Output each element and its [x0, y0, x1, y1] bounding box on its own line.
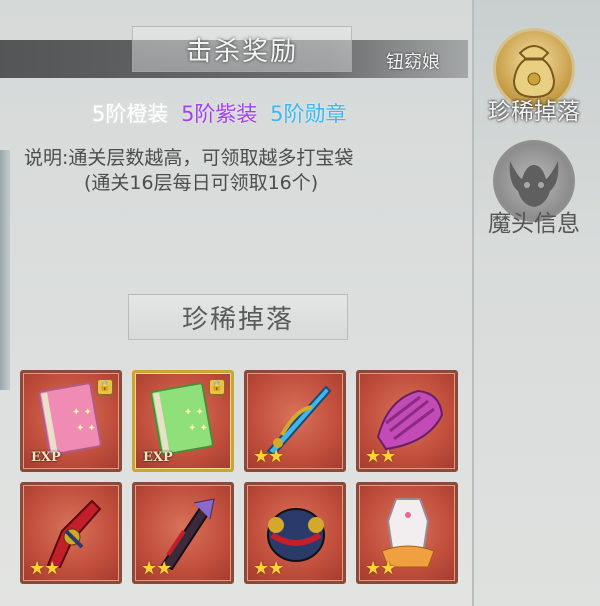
reward-tier-orange: 5阶橙装 — [92, 102, 169, 126]
tab-rare-drops-label: 珍稀掉落 — [488, 99, 580, 125]
reward-item-slot[interactable]: ★★ — [356, 370, 458, 472]
kill-reward-title-text: 击杀奖励 — [185, 36, 298, 67]
tab-rare-drops[interactable]: 珍稀掉落 — [482, 28, 586, 126]
kill-reward-title: 击杀奖励 — [122, 20, 362, 78]
rare-drops-grid: ✦ ✦ ✦ ✦ 🔒 EXP ✦ ✦ ✦ ✦ 🔒 EXP ★★ ★★ ★★ ★★ ★★ ★★ — [20, 370, 464, 584]
left-edge-strip — [0, 150, 10, 390]
reward-item-slot[interactable]: ★★ — [20, 482, 122, 584]
reward-item-slot[interactable]: ✦ ✦ ✦ ✦ 🔒 EXP — [132, 370, 234, 472]
star-rating: ★★ — [365, 558, 396, 579]
svg-text:✦ ✦: ✦ ✦ — [72, 407, 92, 418]
tab-boss-info[interactable]: 魔头信息 — [482, 140, 586, 238]
reward-tiers: 5阶橙装 5阶紫装 5阶勋章 — [92, 98, 353, 128]
reward-tier-purple: 5阶紫装 — [181, 102, 258, 126]
description-line2: (通关16层每日可领取16个) — [84, 172, 319, 194]
svg-text:✦ ✦: ✦ ✦ — [188, 423, 208, 434]
svg-text:✦ ✦: ✦ ✦ — [184, 407, 204, 418]
lock-icon: 🔒 — [97, 379, 113, 395]
rare-drops-title-text: 珍稀掉落 — [181, 304, 294, 335]
reward-item-slot[interactable]: ★★ — [132, 482, 234, 584]
star-rating: ★★ — [253, 446, 284, 467]
svg-text:✦ ✦: ✦ ✦ — [76, 423, 96, 434]
star-rating: ★★ — [365, 446, 396, 467]
star-rating: ★★ — [253, 558, 284, 579]
reward-item-slot[interactable]: ★★ — [244, 482, 346, 584]
reward-item-slot[interactable]: ★★ — [244, 370, 346, 472]
rare-drops-title: 珍稀掉落 — [118, 288, 358, 346]
description: 说明:通关层数越高，可领取越多打宝袋 (通关16层每日可领取16个) — [24, 146, 353, 196]
star-rating: ★★ — [29, 558, 60, 579]
description-line1: 说明:通关层数越高，可领取越多打宝袋 — [24, 147, 354, 169]
reward-item-slot[interactable]: ✦ ✦ ✦ ✦ 🔒 EXP — [20, 370, 122, 472]
exp-label: EXP — [143, 450, 173, 465]
lock-icon: 🔒 — [209, 379, 225, 395]
reward-item-slot[interactable]: ★★ — [356, 482, 458, 584]
star-rating: ★★ — [141, 558, 172, 579]
exp-label: EXP — [31, 450, 61, 465]
npc-name-label: 钮窈娘 — [386, 52, 440, 73]
reward-tier-medal: 5阶勋章 — [270, 102, 347, 126]
tab-boss-info-label: 魔头信息 — [488, 211, 580, 237]
